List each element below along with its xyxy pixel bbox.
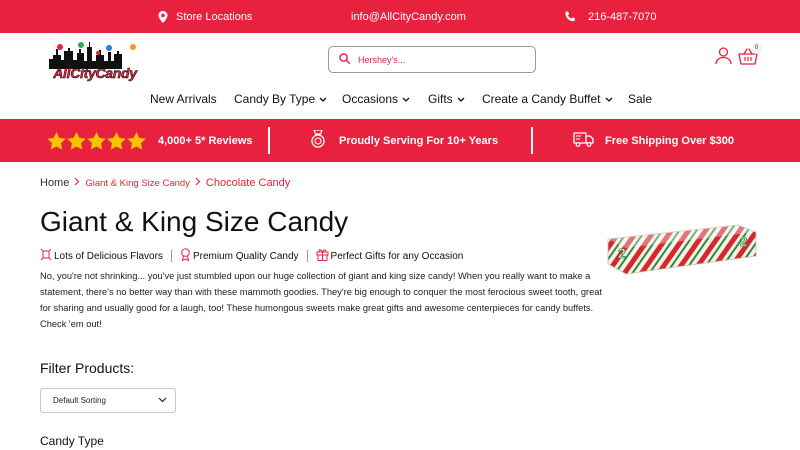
feature-label: Perfect Gifts for any Occasion <box>330 250 464 262</box>
feature-list: Lots of Delicious Flavors Premium Qualit… <box>40 248 464 264</box>
chevron-down-icon <box>402 92 410 106</box>
serving-segment: Proudly Serving For 10+ Years <box>310 119 498 162</box>
promo-band: 4,000+ 5* Reviews Proudly Serving For 10… <box>0 119 800 162</box>
shipping-label: Free Shipping Over $300 <box>605 134 734 147</box>
star-icon <box>127 131 146 150</box>
nav-item-occasions[interactable]: Occasions <box>342 89 410 109</box>
chevron-right-icon <box>195 177 201 189</box>
map-pin-icon <box>158 10 168 23</box>
sort-dropdown[interactable]: Default Sorting <box>40 388 176 413</box>
nav-item-label: Sale <box>628 92 653 106</box>
chevron-down-icon <box>457 92 465 106</box>
nav-item-label: Gifts <box>428 92 453 106</box>
chevron-down-icon <box>158 396 167 405</box>
reviews-segment: 4,000+ 5* Reviews <box>47 119 253 162</box>
category-description: No, you're not shrinking... you've just … <box>40 271 603 329</box>
shipping-segment: Free Shipping Over $300 <box>573 119 734 162</box>
main-nav: New Arrivals Candy By Type Occasions Gif… <box>0 89 800 109</box>
feature-item: Perfect Gifts for any Occasion <box>316 248 464 264</box>
store-locations-link[interactable]: Store Locations <box>158 0 252 33</box>
search-placeholder: Hershey's... <box>358 54 406 65</box>
phone-label: 216-487-7070 <box>588 10 657 23</box>
filter-title: Filter Products: <box>40 360 135 376</box>
chevron-down-icon <box>319 92 327 106</box>
nav-item-label: Create a Candy Buffet <box>482 92 601 106</box>
phone-link[interactable]: 216-487-7070 <box>564 0 657 33</box>
star-icon <box>107 131 126 150</box>
site-header: AllCityCandy Hershey's... 0 New Arrivals… <box>0 33 800 119</box>
star-icon <box>87 131 106 150</box>
svg-text:2: 2 <box>740 234 747 249</box>
top-bar: Store Locations info@AllCityCandy.com 21… <box>0 0 800 33</box>
email-label: info@AllCityCandy.com <box>351 10 466 23</box>
band-divider <box>531 127 533 154</box>
serving-label: Proudly Serving For 10+ Years <box>339 134 499 147</box>
nav-item-label: Candy By Type <box>234 92 316 106</box>
site-logo[interactable]: AllCityCandy <box>43 39 147 81</box>
truck-icon <box>573 131 594 150</box>
account-icon[interactable] <box>715 47 732 70</box>
nav-item-gifts[interactable]: Gifts <box>428 89 465 109</box>
breadcrumb-home[interactable]: Home <box>40 177 69 189</box>
logo-text: AllCityCandy <box>53 65 137 81</box>
breadcrumb-current: Chocolate Candy <box>205 177 291 189</box>
breadcrumb: Home Giant & King Size Candy Chocolate C… <box>40 177 290 189</box>
medal-icon <box>310 129 326 151</box>
chevron-down-icon <box>605 92 613 106</box>
nav-item-label: Occasions <box>342 92 399 106</box>
search-input[interactable]: Hershey's... <box>328 46 536 73</box>
sort-selected-value: Default Sorting <box>53 396 106 405</box>
nav-item-sale[interactable]: Sale <box>628 89 652 109</box>
band-divider <box>268 127 270 154</box>
feature-item: Lots of Delicious Flavors <box>40 248 163 264</box>
rating-stars <box>47 131 146 150</box>
nav-item-candy-buffet[interactable]: Create a Candy Buffet <box>482 89 613 109</box>
feature-label: Premium Quality Candy <box>192 250 299 262</box>
candy-type-heading[interactable]: Candy Type <box>40 434 104 448</box>
product-image: 2 2 <box>606 222 758 284</box>
feature-label: Lots of Delicious Flavors <box>54 250 163 262</box>
star-icon <box>67 131 86 150</box>
search-icon <box>339 51 351 69</box>
gift-icon <box>316 248 329 264</box>
phone-icon <box>564 11 576 23</box>
award-icon <box>180 248 191 264</box>
store-locations-label: Store Locations <box>176 10 253 23</box>
nav-item-new-arrivals[interactable]: New Arrivals <box>150 89 217 109</box>
reviews-label: 4,000+ 5* Reviews <box>158 134 253 147</box>
candy-icon <box>40 248 52 264</box>
breadcrumb-parent[interactable]: Giant & King Size Candy <box>85 178 190 189</box>
svg-text:2: 2 <box>618 245 626 261</box>
feature-divider <box>306 250 308 262</box>
feature-divider <box>170 250 172 262</box>
feature-item: Premium Quality Candy <box>180 248 299 264</box>
page-title: Giant & King Size Candy <box>40 206 349 237</box>
chevron-right-icon <box>74 177 80 189</box>
nav-item-candy-by-type[interactable]: Candy By Type <box>234 89 327 109</box>
star-icon <box>47 131 66 150</box>
cart-count-badge: 0 <box>751 43 762 54</box>
nav-item-label: New Arrivals <box>150 92 217 106</box>
email-link[interactable]: info@AllCityCandy.com <box>351 0 466 33</box>
